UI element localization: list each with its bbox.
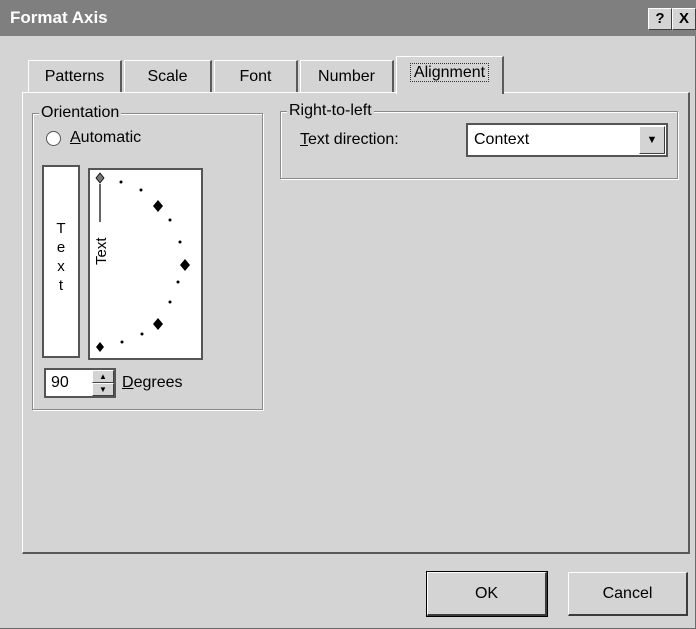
text-direction-label: Text direction: xyxy=(300,131,399,149)
dial-text-sample: Text xyxy=(93,237,110,265)
degrees-spinner[interactable]: 90 ▲ ▼ xyxy=(44,368,116,398)
orientation-dial-graphic: Text xyxy=(93,172,190,352)
format-axis-dialog: Format Axis ? X Patterns Scale Font Numb… xyxy=(0,0,696,629)
tab-alignment-label: Alignment xyxy=(409,63,490,82)
vertical-text-letters: T e x t xyxy=(44,219,78,295)
tab-number-label: Number xyxy=(318,68,375,85)
automatic-label[interactable]: Automatic xyxy=(70,129,141,147)
dialog-title: Format Axis xyxy=(10,8,108,27)
tab-patterns-label: Patterns xyxy=(44,68,105,85)
orientation-dial[interactable]: Text xyxy=(88,168,203,360)
tab-patterns[interactable]: Patterns xyxy=(28,60,122,92)
spin-down-button[interactable]: ▼ xyxy=(92,383,114,396)
text-direction-accel: T xyxy=(300,131,308,148)
vertical-letter: T xyxy=(56,220,66,237)
cancel-button[interactable]: Cancel xyxy=(568,572,688,616)
text-direction-label-rest: ext direction: xyxy=(308,131,399,148)
title-bar: Format Axis ? X xyxy=(0,0,696,36)
text-direction-value: Context xyxy=(474,131,530,148)
dropdown-arrow-icon[interactable]: ▼ xyxy=(639,126,665,154)
vertical-letter: e xyxy=(56,239,66,256)
text-direction-select[interactable]: Context ▼ xyxy=(466,123,668,157)
degrees-value: 90 xyxy=(51,374,69,391)
vertical-letter: t xyxy=(58,277,64,294)
tab-number[interactable]: Number xyxy=(300,60,394,92)
help-button[interactable]: ? xyxy=(648,8,672,30)
close-button[interactable]: X xyxy=(672,8,696,30)
tab-font[interactable]: Font xyxy=(214,60,298,92)
right-to-left-legend: Right-to-left xyxy=(287,102,374,120)
degrees-label-rest: egrees xyxy=(133,374,183,391)
automatic-accel: A xyxy=(70,129,81,146)
degrees-label: Degrees xyxy=(122,374,182,392)
automatic-radio[interactable] xyxy=(46,131,61,146)
vertical-text-option[interactable]: T e x t xyxy=(42,165,80,358)
spin-up-button[interactable]: ▲ xyxy=(92,370,114,383)
tab-scale[interactable]: Scale xyxy=(124,60,212,92)
automatic-label-rest: utomatic xyxy=(80,129,142,146)
degrees-accel: D xyxy=(122,374,134,391)
vertical-letter: x xyxy=(57,258,65,275)
ok-button[interactable]: OK xyxy=(426,571,548,617)
orientation-legend: Orientation xyxy=(39,104,122,122)
tab-font-label: Font xyxy=(239,68,272,85)
tab-alignment[interactable]: Alignment xyxy=(396,56,504,94)
tab-scale-label: Scale xyxy=(147,68,188,85)
